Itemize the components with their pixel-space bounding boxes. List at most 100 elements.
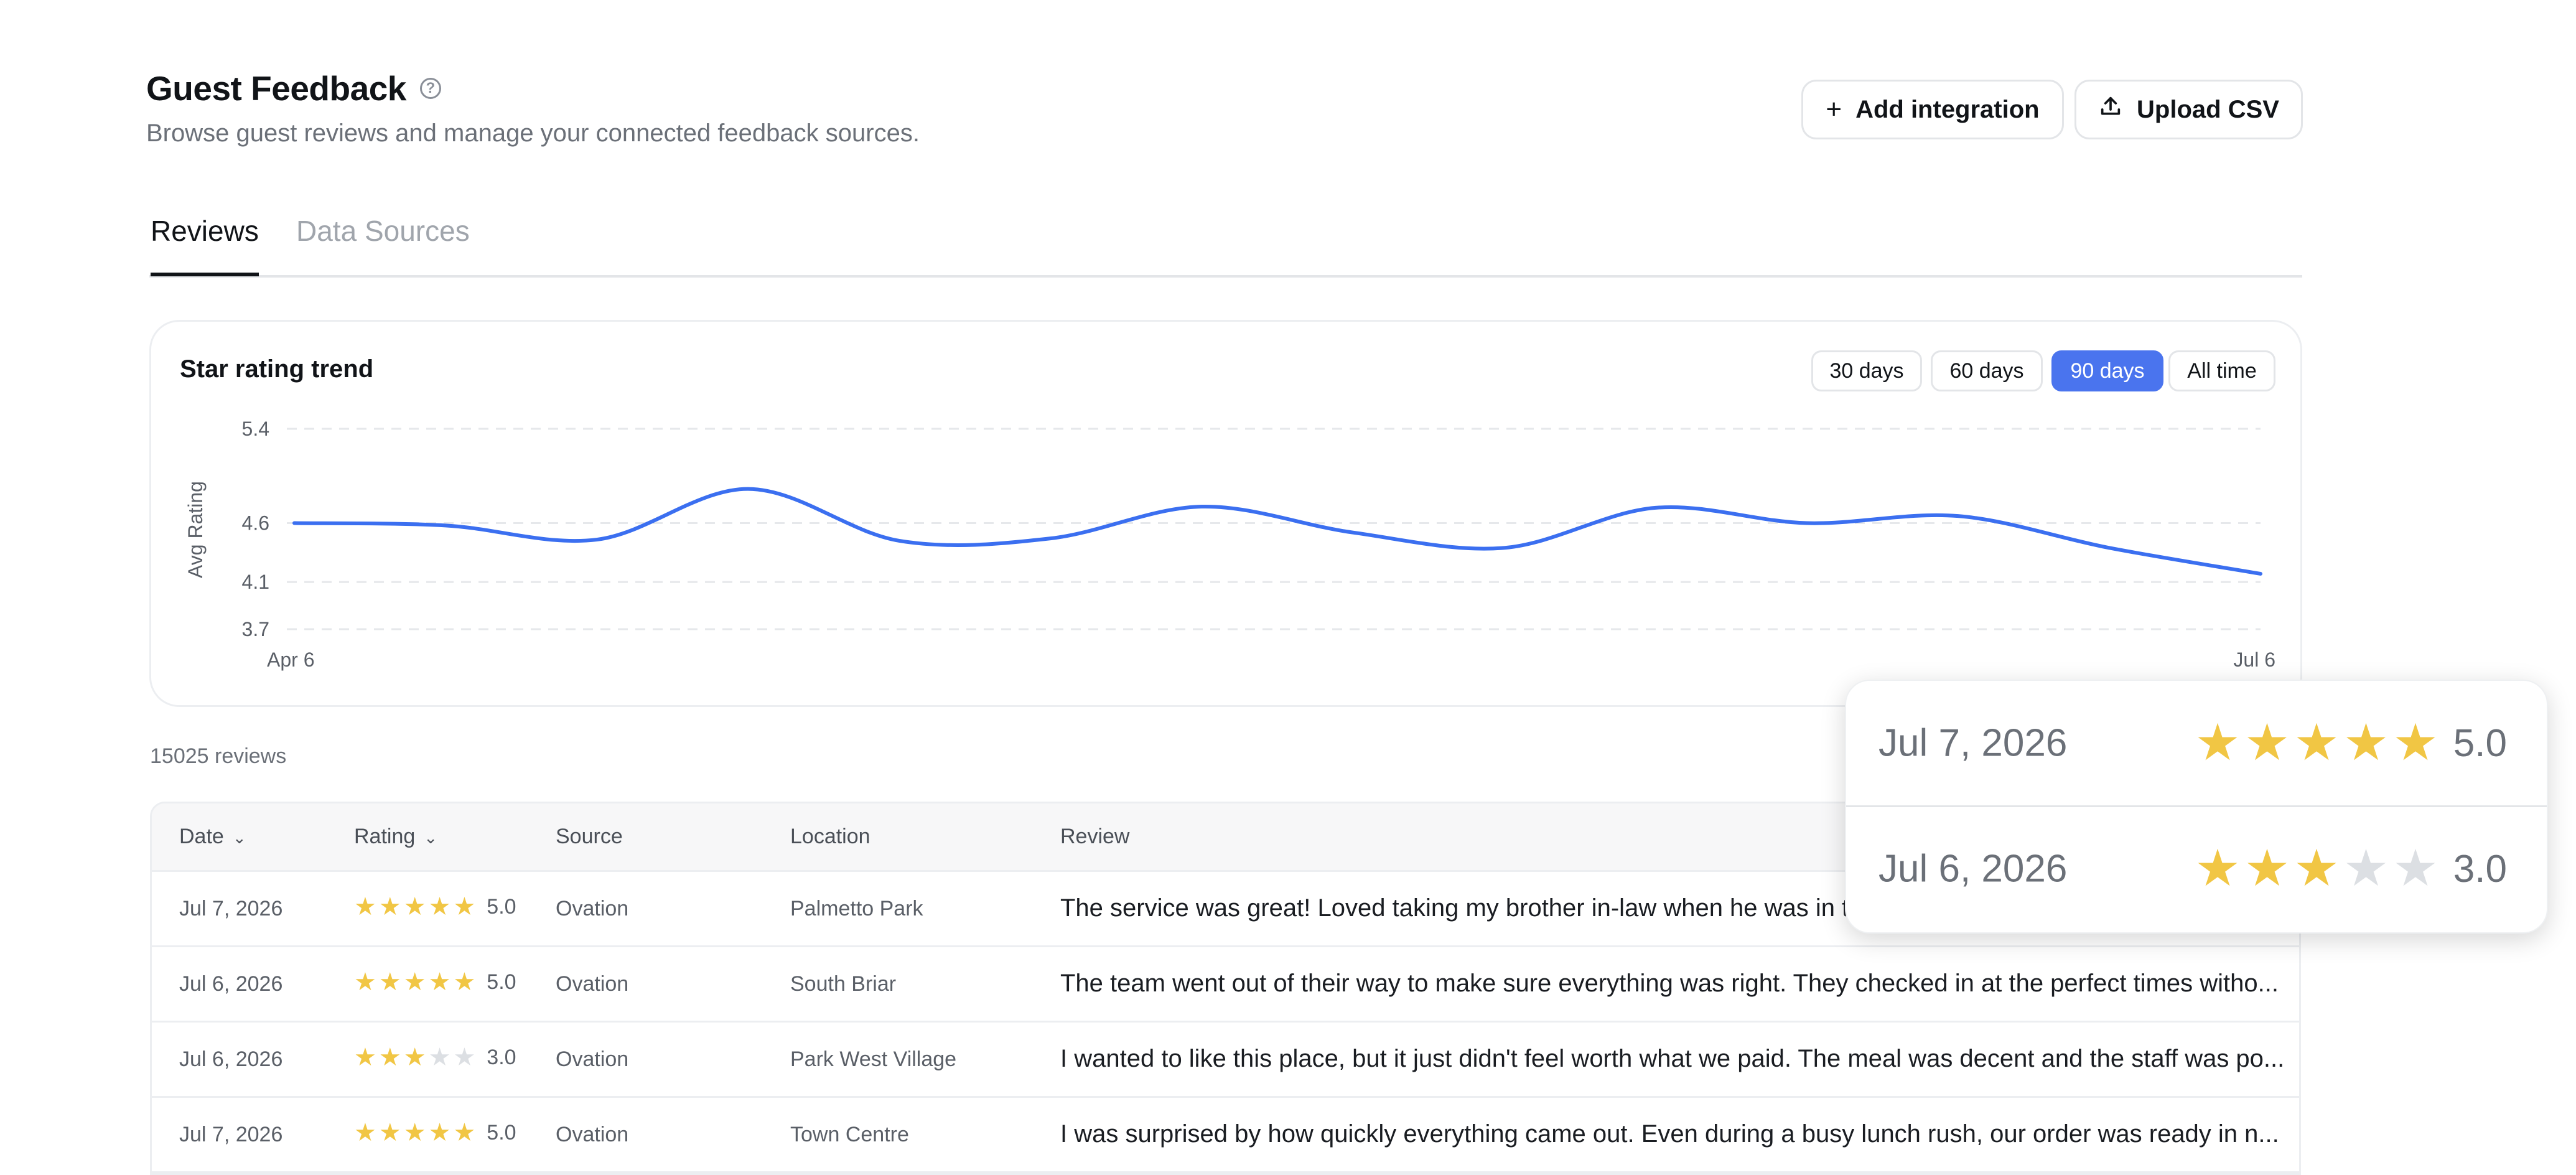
tab-bar: Reviews Data Sources [149,205,2302,278]
x-tick-label: Apr 6 [267,648,314,671]
cell-date: Jul 6, 2026 [179,972,283,996]
range-30-days[interactable]: 30 days [1811,350,1922,391]
page-title: Guest Feedback [146,69,406,108]
y-tick-label: 3.7 [242,618,269,640]
star-icon: ★ [2294,840,2340,897]
title-row: Guest Feedback ? [146,68,920,108]
rating-value: 5.0 [2453,721,2507,765]
table-row[interactable]: Jul 6, 2026 Ovation Park West Village I wan… [152,1023,2299,1098]
range-90-days[interactable]: 90 days [2051,350,2163,391]
star-icon: ★ [354,1044,376,1071]
star-icon: ★ [354,968,376,996]
review-count: 15025 reviews [150,744,287,768]
star-icon: ★ [2392,840,2438,897]
star-icon: ★ [403,1119,426,1146]
cell-location: Park West Village [790,1047,957,1071]
rating-value: 3.0 [487,1045,516,1069]
star-icon: ★ [428,1044,451,1071]
star-icon: ★ [453,1044,476,1071]
star-icon: ★ [2392,714,2438,771]
rating-value: 3.0 [2453,847,2507,891]
cell-rating: ★ ★ ★ ★ ★ 5.0 [354,970,516,995]
chart-title: Star rating trend [180,355,374,383]
cell-source: Ovation [556,1123,629,1146]
column-source: Source [556,825,623,848]
star-icon: ★ [2244,840,2290,897]
popover-stars: ★ ★ ★ ★ ★ 5.0 [2195,718,2507,769]
cell-date: Jul 7, 2026 [179,1123,283,1146]
star-icon: ★ [453,893,476,920]
chevron-down-icon: ⌄ [424,828,438,847]
table-row[interactable]: Jul 7, 2026 Ovation Town Centre I was surpr… [152,1098,2299,1173]
cell-location: Town Centre [790,1123,909,1146]
star-icon: ★ [354,893,376,920]
plus-icon: + [1826,94,1842,124]
star-icon: ★ [378,1044,401,1071]
star-icon: ★ [403,893,426,920]
y-axis-label: Avg Rating [184,481,207,578]
table-row[interactable]: Jul 6, 2026 Ovation South Briar The team we… [152,947,2299,1023]
y-tick-label: 4.6 [242,512,269,535]
question-circle-icon[interactable]: ? [419,78,441,99]
column-date-label: Date [179,825,224,848]
x-tick-label: Jul 6 [2233,648,2275,671]
upload-csv-label: Upload CSV [2137,95,2279,123]
upload-icon [2098,94,2123,126]
cell-source: Ovation [556,1047,629,1071]
add-integration-button[interactable]: + Add integration [1801,80,2064,139]
page-subtitle: Browse guest reviews and manage your con… [146,119,920,147]
cell-rating: ★ ★ ★ ★ ★ 5.0 [354,894,516,919]
cell-review: I was surprised by how quickly everythin… [1060,1120,2279,1148]
star-icon: ★ [378,1119,401,1146]
star-icon: ★ [453,968,476,996]
cell-location: Palmetto Park [790,897,923,920]
cell-date: Jul 7, 2026 [179,897,283,920]
star-icon: ★ [2343,840,2389,897]
popover-row[interactable]: Jul 6, 2026 ★ ★ ★ ★ ★ 3.0 [1846,807,2547,931]
rating-value: 5.0 [487,1120,516,1145]
cell-source: Ovation [556,972,629,996]
column-rating-label: Rating [354,825,416,848]
cell-rating: ★ ★ ★ ★ ★ 5.0 [354,1120,516,1145]
star-icon: ★ [428,1119,451,1146]
page-header: Guest Feedback ? Browse guest reviews an… [146,68,920,147]
series-line [292,487,2262,576]
star-icon: ★ [2195,840,2241,897]
star-icon: ★ [354,1119,376,1146]
y-tick-label: 4.1 [242,571,269,593]
column-review: Review [1060,825,1130,848]
rating-value: 5.0 [487,894,516,919]
cell-location: South Briar [790,972,897,996]
cell-rating: ★ ★ ★ ★ ★ 3.0 [354,1045,516,1070]
cell-date: Jul 6, 2026 [179,1047,283,1071]
y-tick-label: 5.4 [242,418,269,440]
column-location: Location [790,825,870,848]
star-icon: ★ [378,968,401,996]
cell-review: I wanted to like this place, but it just… [1060,1045,2285,1072]
star-icon: ★ [2195,714,2241,771]
star-icon: ★ [403,1044,426,1071]
popover-stars: ★ ★ ★ ★ ★ 3.0 [2195,843,2507,894]
column-rating[interactable]: Rating ⌄ [354,825,437,849]
tab-data-sources[interactable]: Data Sources [296,214,470,248]
add-integration-label: Add integration [1855,95,2040,123]
rating-trend-card: 5.4 4.6 4.1 3.7 Avg Rating Apr 6 Jul 6 Star ra… [149,320,2302,707]
star-icon: ★ [403,968,426,996]
cell-review: The team went out of their way to make s… [1060,970,2279,997]
rating-value: 5.0 [487,970,516,994]
popover-row[interactable]: Jul 7, 2026 ★ ★ ★ ★ ★ 5.0 [1846,681,2547,807]
star-icon: ★ [453,1119,476,1146]
rating-preview-popover: Jul 7, 2026 ★ ★ ★ ★ ★ 5.0 Jul 6, 2026 ★ ★ ★ ★ ★ 3.… [1845,680,2548,934]
chevron-down-icon: ⌄ [232,828,246,847]
star-icon: ★ [2244,714,2290,771]
star-icon: ★ [378,893,401,920]
star-icon: ★ [428,893,451,920]
column-date[interactable]: Date ⌄ [179,825,246,849]
range-all-time[interactable]: All time [2168,350,2275,391]
star-icon: ★ [428,968,451,996]
range-60-days[interactable]: 60 days [1931,350,2043,391]
star-icon: ★ [2294,714,2340,771]
popover-date: Jul 7, 2026 [1878,721,2068,765]
upload-csv-button[interactable]: Upload CSV [2074,80,2303,139]
tab-reviews[interactable]: Reviews [151,214,259,276]
